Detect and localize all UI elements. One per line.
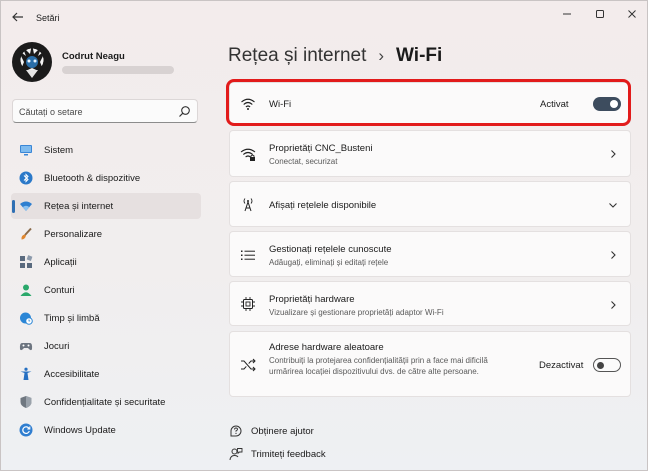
sidebar-item-accesibilitate[interactable]: Accesibilitate: [11, 361, 201, 387]
wifi-icon: [241, 98, 255, 110]
network-properties-card[interactable]: Proprietăți CNC_Busteni Conectat, securi…: [229, 130, 631, 177]
wifi-toggle[interactable]: [593, 97, 621, 111]
hardware-properties-subtitle: Vizualizare și gestionare proprietăți ad…: [269, 308, 444, 317]
toggle-knob: [597, 361, 604, 369]
sidebar-item-sistem[interactable]: Sistem: [11, 137, 201, 163]
sidebar-item-label: Jocuri: [44, 341, 70, 352]
sidebar-item-timp-limba[interactable]: Timp și limbă: [11, 305, 201, 331]
send-feedback-link[interactable]: Trimiteți feedback: [229, 447, 326, 461]
sidebar-item-label: Conturi: [44, 285, 75, 296]
maximize-icon: [596, 10, 604, 18]
wifi-toggle-card[interactable]: Wi-Fi Activat: [229, 82, 631, 124]
network-properties-status: Conectat, securizat: [269, 157, 338, 166]
settings-window: Setări Codrut Neagu Căutați o setare Sis…: [0, 0, 648, 471]
sidebar-item-label: Windows Update: [44, 425, 116, 436]
sidebar-item-aplicatii[interactable]: Aplicații: [11, 249, 201, 275]
known-networks-title: Gestionați rețelele cunoscute: [269, 244, 392, 255]
help-icon: [230, 425, 242, 437]
sidebar-item-label: Sistem: [44, 145, 74, 156]
known-networks-card[interactable]: Gestionați rețelele cunoscute Adăugați, …: [229, 231, 631, 277]
wifi-diamond-icon: [20, 201, 32, 211]
get-help-link[interactable]: Obținere ajutor: [229, 424, 314, 438]
chevron-right-icon: [611, 301, 616, 309]
sidebar-item-label: Timp și limbă: [44, 313, 100, 324]
breadcrumb-parent[interactable]: Rețea și internet: [228, 45, 366, 67]
random-addresses-title: Adrese hardware aleatoare: [269, 342, 384, 353]
sidebar-item-bluetooth[interactable]: Bluetooth & dispozitive: [11, 165, 201, 191]
sidebar-item-confidentialitate[interactable]: Confidențialitate și securitate: [11, 389, 201, 415]
monitor-icon: [20, 145, 32, 156]
user-email-redacted: [62, 66, 174, 74]
sidebar-item-network[interactable]: Rețea și internet: [11, 193, 201, 219]
maximize-button[interactable]: [589, 6, 611, 22]
feedback-person-icon: [229, 448, 243, 461]
minimize-icon: [563, 13, 571, 15]
wifi-state-label: Activat: [540, 99, 569, 110]
apps-icon: [20, 255, 33, 268]
hardware-properties-card[interactable]: Proprietăți hardware Vizualizare și gest…: [229, 281, 631, 326]
list-icon: [241, 250, 255, 260]
random-hardware-addresses-card[interactable]: Adrese hardware aleatoare Contribuiți la…: [229, 331, 631, 397]
user-name: Codrut Neagu: [62, 51, 125, 62]
page-title: Wi-Fi: [396, 45, 443, 66]
sidebar-item-conturi[interactable]: Conturi: [11, 277, 201, 303]
shuffle-icon: [241, 358, 256, 372]
back-button[interactable]: [9, 8, 27, 26]
avatar-image-icon: [18, 44, 46, 78]
search-input[interactable]: [19, 105, 169, 119]
person-icon: [20, 284, 32, 296]
sidebar-item-windows-update[interactable]: Windows Update: [11, 417, 201, 443]
title-bar: Setări: [1, 1, 647, 33]
search-icon[interactable]: [178, 105, 191, 118]
random-addresses-description: Contribuiți la protejarea confidențialit…: [269, 356, 488, 376]
chip-icon: [241, 297, 255, 311]
breadcrumb-separator: ›: [378, 46, 385, 65]
sidebar-item-label: Accesibilitate: [44, 369, 100, 380]
chevron-right-icon: [611, 251, 616, 259]
wifi-lock-icon: [240, 148, 256, 161]
sidebar-item-label: Rețea și internet: [44, 201, 114, 212]
network-properties-title: Proprietăți CNC_Busteni: [269, 143, 373, 154]
brush-icon: [21, 227, 32, 240]
available-networks-title: Afișați rețelele disponibile: [269, 200, 377, 211]
hardware-properties-title: Proprietăți hardware: [269, 294, 355, 305]
sidebar-item-jocuri[interactable]: Jocuri: [11, 333, 201, 359]
random-addresses-state-label: Dezactivat: [539, 360, 584, 371]
sidebar-item-label: Personalizare: [44, 229, 103, 240]
available-networks-card[interactable]: Afișați rețelele disponibile: [229, 181, 631, 227]
minimize-button[interactable]: [556, 6, 578, 22]
gamepad-icon: [19, 343, 33, 351]
send-feedback-label: Trimiteți feedback: [251, 448, 326, 460]
chevron-right-icon: [611, 150, 616, 158]
sidebar-item-label: Aplicații: [44, 257, 77, 268]
breadcrumb: Rețea și internet › Wi-Fi: [228, 41, 442, 71]
back-arrow-icon: [12, 12, 23, 22]
sidebar-nav: Sistem Bluetooth & dispozitive Rețea și …: [11, 137, 201, 445]
sidebar-item-label: Bluetooth & dispozitive: [44, 173, 141, 184]
toggle-knob: [610, 100, 618, 108]
wifi-title: Wi-Fi: [269, 99, 292, 110]
sidebar-item-label: Confidențialitate și securitate: [44, 397, 166, 408]
antenna-icon: [243, 198, 253, 212]
update-icon: [19, 423, 33, 437]
get-help-label: Obținere ajutor: [251, 425, 314, 437]
sidebar-item-personalizare[interactable]: Personalizare: [11, 221, 201, 247]
globe-clock-icon: [20, 312, 33, 325]
known-networks-subtitle: Adăugați, eliminați și editați rețele: [269, 258, 389, 267]
avatar[interactable]: [12, 42, 52, 82]
shield-icon: [20, 396, 32, 408]
bluetooth-icon: [19, 171, 33, 185]
chevron-down-icon[interactable]: [608, 200, 618, 210]
close-icon: [628, 10, 636, 18]
window-title: Setări: [36, 13, 60, 23]
close-button[interactable]: [621, 6, 643, 22]
accessibility-icon: [20, 367, 32, 380]
random-addresses-toggle[interactable]: [593, 358, 621, 372]
search-box[interactable]: [12, 99, 198, 123]
